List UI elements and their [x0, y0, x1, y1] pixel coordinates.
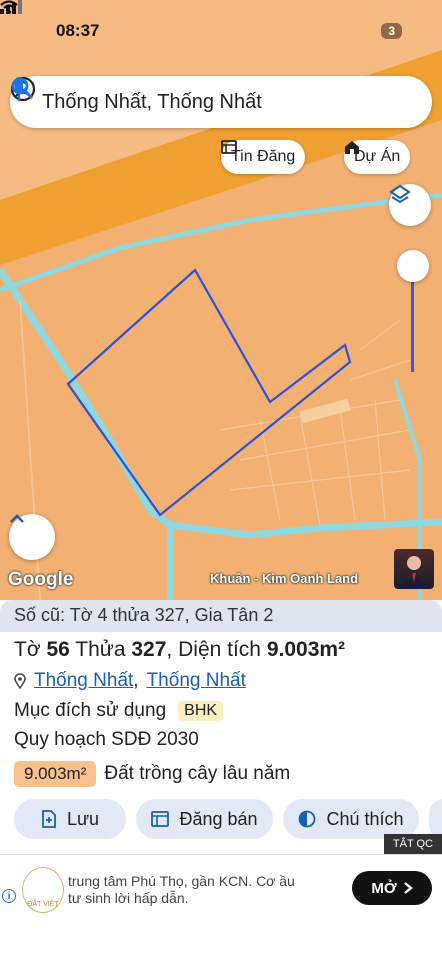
map-credit: Khuân - Kim Oanh Land: [210, 571, 359, 586]
chip-projects[interactable]: Dự Án: [344, 140, 411, 174]
google-logo: Google: [8, 569, 74, 590]
legend-label: Chú thích: [326, 808, 404, 829]
avatar[interactable]: [394, 549, 434, 589]
parcel-info-panel: Số cũ: Tờ 4 thửa 327, Gia Tân 2 Tờ 56 Th…: [0, 600, 442, 850]
chip-listings-label: Tin Đăng: [231, 148, 296, 165]
area-value: 9.003m²: [266, 638, 346, 661]
sheet-number: 56: [46, 638, 70, 661]
district-link[interactable]: Thống Nhất: [147, 670, 246, 692]
expand-panel-button[interactable]: [9, 514, 55, 560]
location-line: Thống Nhất, Thống Nhất: [14, 670, 246, 692]
save-label: Lưu: [66, 808, 100, 829]
search-bar[interactable]: Thống Nhất, Thống Nhất: [10, 76, 432, 128]
person-photo-icon: [400, 556, 428, 589]
status-time: 08:37: [56, 21, 100, 40]
chevron-right-icon: [403, 882, 413, 894]
location-separator: ,: [133, 670, 139, 691]
land-use-purpose: Mục đích sử dụng BHK: [14, 700, 224, 722]
purpose-code-badge: BHK: [178, 701, 224, 721]
ad-info-icon[interactable]: i: [2, 889, 16, 903]
purpose-label: Mục đích sử dụng: [14, 700, 167, 721]
advertiser-logo: ĐẤT VIỆT: [22, 867, 64, 913]
legend-button[interactable]: Chú thích: [283, 799, 419, 839]
home-icon: [345, 141, 359, 154]
ad-open-button[interactable]: MỞ: [352, 871, 432, 905]
post-sale-button[interactable]: Đăng bán: [136, 799, 273, 839]
bottom-safe-area: [0, 922, 442, 960]
listing-icon: [151, 811, 170, 827]
chip-listings[interactable]: Tin Đăng: [221, 140, 306, 174]
zoom-slider-handle[interactable]: [397, 250, 429, 282]
plan-area-line: 9.003m² Đất trồng cây lâu năm: [14, 761, 290, 787]
location-pin-icon: [14, 673, 26, 689]
commune-link[interactable]: Thống Nhất: [34, 670, 133, 692]
post-sale-label: Đăng bán: [179, 808, 258, 829]
plan-land-type: Đất trồng cây lâu năm: [104, 763, 291, 784]
more-actions-button[interactable]: [429, 799, 442, 839]
advertiser-logo-text: ĐẤT VIỆT: [27, 901, 59, 908]
old-parcel-info: Số cũ: Tờ 4 thửa 327, Gia Tân 2: [0, 600, 442, 632]
save-icon: [42, 810, 56, 828]
listings-icon: [221, 140, 237, 154]
ad-text: trung tâm Phú Thọ, gần KCN. Cơ ầu tư sin…: [68, 873, 295, 906]
sheet-label: Tờ: [14, 638, 41, 661]
chevron-up-icon: [10, 514, 24, 523]
status-bar: 08:37 3: [0, 0, 442, 62]
chip-projects-label: Dự Án: [354, 148, 401, 165]
save-button[interactable]: Lưu: [14, 799, 126, 839]
plot-label: Thửa: [75, 638, 126, 661]
contrast-icon: [299, 810, 316, 828]
ad-close-button[interactable]: TẮT QC: [384, 834, 442, 854]
layers-button[interactable]: [389, 184, 431, 226]
search-input[interactable]: Thống Nhất, Thống Nhất: [42, 91, 418, 114]
area-label: Diện tích: [178, 638, 261, 661]
plan-heading: Quy hoạch SDĐ 2030: [14, 729, 199, 750]
ad-banner[interactable]: i ĐẤT VIỆT trung tâm Phú Thọ, gần KCN. C…: [0, 854, 442, 922]
wifi-icon: [0, 0, 18, 14]
ad-open-label: MỞ: [371, 879, 397, 897]
layers-icon: [389, 184, 411, 204]
battery-indicator: 3: [381, 23, 402, 39]
plan-area-badge: 9.003m²: [14, 761, 97, 787]
plot-number: 327: [131, 638, 167, 661]
map-view[interactable]: 08:37 3 Thống Nhất, Thống Nhất Tin Đăng …: [0, 0, 442, 600]
parcel-summary: Tờ 56 Thửa 327, Diện tích 9.003m²: [14, 638, 346, 661]
microphone-icon[interactable]: [10, 76, 28, 102]
